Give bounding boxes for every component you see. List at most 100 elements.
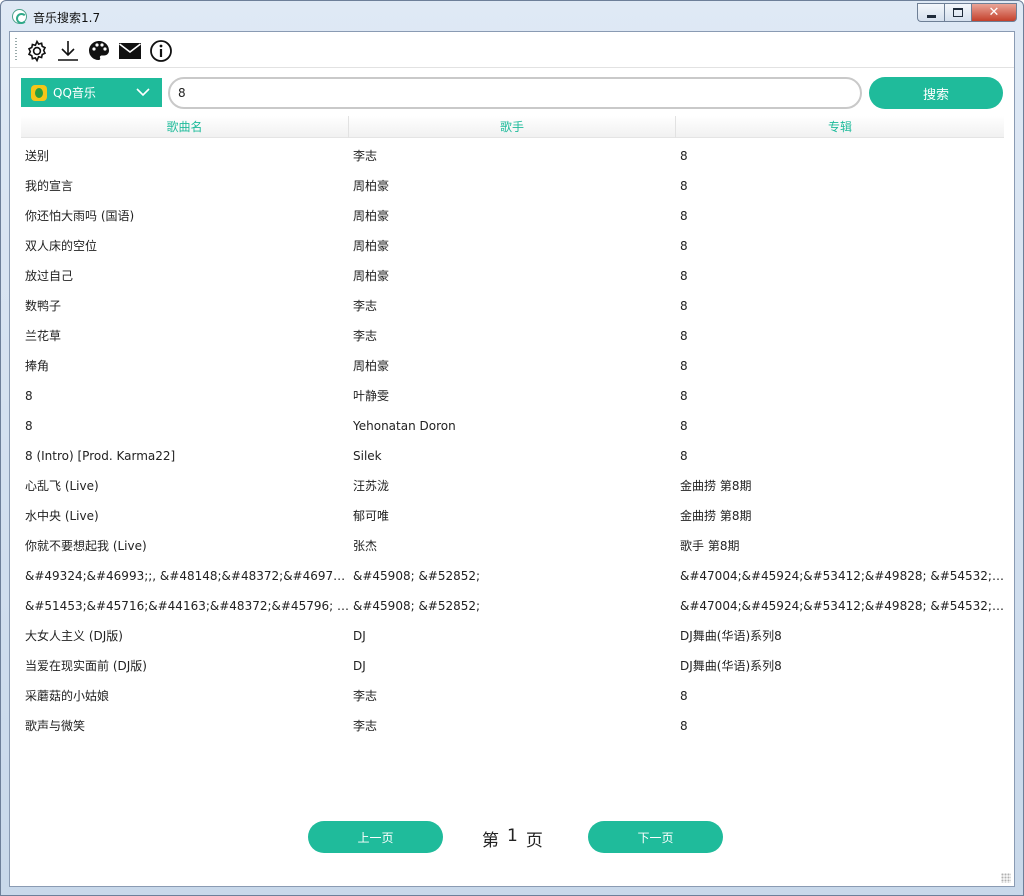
song-name-cell: 数鸭子 <box>25 299 62 313</box>
table-row[interactable]: 送别 李志 8 <box>21 141 1004 171</box>
album-cell: 8 <box>680 449 688 463</box>
column-header-song[interactable]: 歌曲名 <box>21 116 349 138</box>
table-row[interactable]: 兰花草 李志 8 <box>21 321 1004 351</box>
album-cell: 8 <box>680 719 688 733</box>
album-cell: 歌手 第8期 <box>680 539 740 553</box>
song-name-cell: &#49324;&#46993;;, &#48148;&#48372;&#469… <box>25 569 349 583</box>
artist-cell: 周柏豪 <box>353 179 390 193</box>
table-row[interactable]: 采蘑菇的小姑娘 李志 8 <box>21 681 1004 711</box>
music-source-dropdown[interactable]: QQ音乐 <box>21 78 162 107</box>
artist-cell: 周柏豪 <box>353 359 390 373</box>
artist-cell: 张杰 <box>353 539 378 553</box>
results-table-body: 送别 李志 8 我的宣言 周柏豪 8 你还怕大雨吗 (国语) 周柏豪 8 双人床的空位 周柏豪… <box>21 141 1004 741</box>
song-name-cell: 兰花草 <box>25 329 62 343</box>
album-cell: 8 <box>680 269 688 283</box>
table-row[interactable]: 捧角 周柏豪 8 <box>21 351 1004 381</box>
album-cell: 8 <box>680 419 688 433</box>
minimize-button[interactable] <box>917 3 944 22</box>
page-suffix: 页 <box>525 831 543 851</box>
song-name-cell: 8 <box>25 419 33 433</box>
album-cell: 8 <box>680 209 688 223</box>
palette-icon[interactable] <box>87 39 111 63</box>
album-cell: 8 <box>680 179 688 193</box>
artist-cell: &#45908; &#52852; <box>353 599 481 613</box>
song-name-cell: 我的宣言 <box>25 179 74 193</box>
song-name-cell: 你就不要想起我 (Live) <box>25 539 147 553</box>
minimize-icon <box>927 15 936 18</box>
maximize-icon <box>953 8 963 17</box>
album-cell: 8 <box>680 239 688 253</box>
chevron-down-icon <box>136 88 150 97</box>
artist-cell: 李志 <box>353 689 378 703</box>
gear-icon[interactable] <box>25 39 49 63</box>
table-row[interactable]: 你还怕大雨吗 (国语) 周柏豪 8 <box>21 201 1004 231</box>
artist-cell: 李志 <box>353 329 378 343</box>
info-icon[interactable] <box>149 39 173 63</box>
resize-grip-icon[interactable] <box>1001 873 1011 883</box>
title-bar[interactable]: 音乐搜索1.7 ✕ <box>1 1 1023 31</box>
download-icon[interactable] <box>56 39 80 63</box>
table-row[interactable]: 数鸭子 李志 8 <box>21 291 1004 321</box>
song-name-cell: 8 (Intro) [Prod. Karma22] <box>25 449 176 463</box>
table-row[interactable]: 水中央 (Live) 郁可唯 金曲捞 第8期 <box>21 501 1004 531</box>
artist-cell: Yehonatan Doron <box>353 419 456 433</box>
album-cell: &#47004;&#45924;&#53412;&#49828; &#54532… <box>680 569 1004 583</box>
table-row[interactable]: 8 (Intro) [Prod. Karma22] Silek 8 <box>21 441 1004 471</box>
artist-cell: 汪苏泷 <box>353 479 390 493</box>
song-name-cell: 大女人主义 (DJ版) <box>25 629 123 643</box>
table-row[interactable]: 心乱飞 (Live) 汪苏泷 金曲捞 第8期 <box>21 471 1004 501</box>
table-row[interactable]: 你就不要想起我 (Live) 张杰 歌手 第8期 <box>21 531 1004 561</box>
column-header-album[interactable]: 专辑 <box>676 116 1004 138</box>
table-row[interactable]: 8 Yehonatan Doron 8 <box>21 411 1004 441</box>
song-name-cell: 你还怕大雨吗 (国语) <box>25 209 135 223</box>
album-cell: 8 <box>680 149 688 163</box>
artist-cell: 叶静雯 <box>353 389 390 403</box>
artist-cell: DJ <box>353 659 366 673</box>
song-name-cell: 捧角 <box>25 359 50 373</box>
song-name-cell: 双人床的空位 <box>25 239 98 253</box>
qq-music-logo-icon <box>31 84 47 101</box>
album-cell: 8 <box>680 389 688 403</box>
window-controls: ✕ <box>917 3 1017 22</box>
song-name-cell: 放过自己 <box>25 269 74 283</box>
artist-cell: 周柏豪 <box>353 239 390 253</box>
table-row[interactable]: 大女人主义 (DJ版) DJ DJ舞曲(华语)系列8 <box>21 621 1004 651</box>
song-name-cell: 送别 <box>25 149 50 163</box>
column-header-artist[interactable]: 歌手 <box>349 116 676 138</box>
album-cell: DJ舞曲(华语)系列8 <box>680 659 782 673</box>
search-button[interactable]: 搜索 <box>869 77 1003 109</box>
song-name-cell: &#51453;&#45716;&#44163;&#48372;&#45796;… <box>25 599 349 613</box>
album-cell: 8 <box>680 329 688 343</box>
album-cell: 8 <box>680 689 688 703</box>
song-name-cell: 水中央 (Live) <box>25 509 99 523</box>
artist-cell: &#45908; &#52852; <box>353 569 481 583</box>
table-row[interactable]: 我的宣言 周柏豪 8 <box>21 171 1004 201</box>
app-icon <box>12 9 27 24</box>
toolbar-grip-icon[interactable] <box>15 38 17 62</box>
maximize-button[interactable] <box>944 3 971 22</box>
table-row[interactable]: &#51453;&#45716;&#44163;&#48372;&#45796;… <box>21 591 1004 621</box>
toolbar <box>10 32 1014 68</box>
mail-icon[interactable] <box>118 39 142 63</box>
song-name-cell: 采蘑菇的小姑娘 <box>25 689 110 703</box>
table-row[interactable]: &#49324;&#46993;;, &#48148;&#48372;&#469… <box>21 561 1004 591</box>
table-row[interactable]: 放过自己 周柏豪 8 <box>21 261 1004 291</box>
artist-cell: Silek <box>353 449 382 463</box>
table-row[interactable]: 双人床的空位 周柏豪 8 <box>21 231 1004 261</box>
album-cell: 8 <box>680 359 688 373</box>
search-input[interactable] <box>168 77 862 109</box>
close-button[interactable]: ✕ <box>971 3 1017 22</box>
window-title: 音乐搜索1.7 <box>33 11 101 25</box>
artist-cell: 周柏豪 <box>353 209 390 223</box>
table-row[interactable]: 8 叶静雯 8 <box>21 381 1004 411</box>
prev-page-button[interactable]: 上一页 <box>308 821 443 853</box>
song-name-cell: 歌声与微笑 <box>25 719 86 733</box>
table-row[interactable]: 歌声与微笑 李志 8 <box>21 711 1004 741</box>
song-name-cell: 当爱在现实面前 (DJ版) <box>25 659 147 673</box>
song-name-cell: 心乱飞 (Live) <box>25 479 99 493</box>
artist-cell: 周柏豪 <box>353 269 390 283</box>
next-page-button[interactable]: 下一页 <box>588 821 723 853</box>
table-row[interactable]: 当爱在现实面前 (DJ版) DJ DJ舞曲(华语)系列8 <box>21 651 1004 681</box>
page-number: 1 <box>507 826 518 846</box>
artist-cell: DJ <box>353 629 366 643</box>
